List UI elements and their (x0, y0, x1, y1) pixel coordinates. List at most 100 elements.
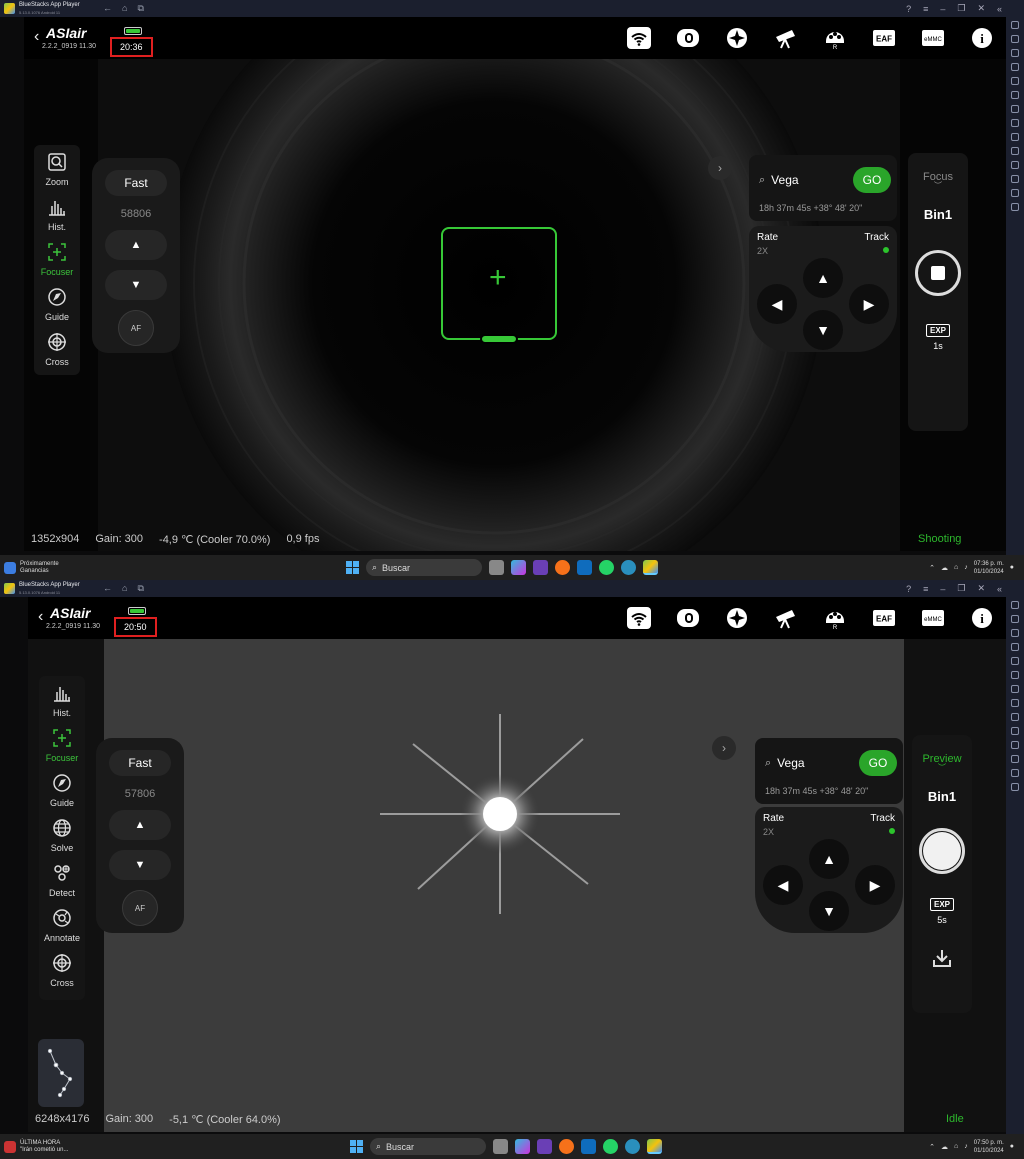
start-icon[interactable] (350, 1140, 363, 1153)
toolbar-item-zoom[interactable]: Zoom (45, 152, 69, 187)
stop-button[interactable] (915, 250, 961, 296)
bin-setting[interactable]: Bin1 (924, 207, 952, 222)
news-widget[interactable]: Próximamente Ganancias (4, 561, 94, 575)
mount-west-button[interactable]: ◀ (763, 865, 803, 905)
sidebar-tool-icon[interactable] (1011, 713, 1019, 721)
taskbar-search[interactable]: ⌕ Buscar (366, 559, 482, 576)
sidebar-tool-icon[interactable] (1011, 133, 1019, 141)
back-arrow-icon[interactable]: ← (103, 583, 112, 594)
task-view-icon[interactable] (489, 560, 504, 575)
home-icon[interactable]: ⌂ (122, 583, 127, 594)
box-handle[interactable] (480, 334, 518, 344)
outlook-icon[interactable] (581, 1139, 596, 1154)
app-icon[interactable] (537, 1139, 552, 1154)
multi-window-icon[interactable]: ⧉ (137, 3, 143, 14)
mount-north-button[interactable]: ▲ (803, 258, 843, 298)
bluestacks-taskbar-icon[interactable] (643, 560, 658, 575)
chevron-up-icon[interactable]: ⌃ (929, 564, 935, 572)
toolbar-item-hist[interactable]: Hist. (47, 197, 67, 232)
taskbar-search[interactable]: ⌕ Buscar (370, 1138, 486, 1155)
wifi-icon[interactable] (624, 606, 653, 630)
expand-chevron-icon[interactable]: › (712, 736, 736, 760)
sidebar-tool-icon[interactable] (1011, 615, 1019, 623)
minimize-icon[interactable]: – (940, 584, 945, 594)
bin-setting[interactable]: Bin1 (928, 789, 956, 804)
copilot-icon[interactable] (511, 560, 526, 575)
sidebar-tool-icon[interactable] (1011, 189, 1019, 197)
camera-icon[interactable] (673, 26, 702, 50)
firefox-icon[interactable] (555, 560, 570, 575)
eaf-icon[interactable]: EAF (869, 26, 898, 50)
browser-icon[interactable] (621, 560, 636, 575)
target-name[interactable]: Vega (777, 756, 859, 770)
rate-control[interactable]: Rate 2X (763, 813, 784, 837)
speed-toggle[interactable]: Fast (105, 170, 167, 196)
autofocus-button[interactable]: AF (118, 310, 154, 346)
sidebar-tool-icon[interactable] (1011, 105, 1019, 113)
sidebar-tool-icon[interactable] (1011, 161, 1019, 169)
target-name[interactable]: Vega (771, 173, 853, 187)
sidebar-tool-icon[interactable] (1011, 727, 1019, 735)
autofocus-button[interactable]: AF (122, 890, 158, 926)
mount-west-button[interactable]: ◀ (757, 284, 797, 324)
help-icon[interactable]: ? (906, 4, 911, 14)
mount-east-button[interactable]: ▶ (849, 284, 889, 324)
camera-icon[interactable] (673, 606, 702, 630)
menu-icon[interactable]: ≡ (923, 584, 928, 594)
mount-icon[interactable] (722, 606, 751, 630)
focus-down-button[interactable]: ▼ (109, 850, 171, 880)
mount-north-button[interactable]: ▲ (809, 839, 849, 879)
sidebar-tool-icon[interactable] (1011, 35, 1019, 43)
sidebar-tool-icon[interactable] (1011, 685, 1019, 693)
mount-south-button[interactable]: ▼ (803, 310, 843, 350)
outlook-icon[interactable] (577, 560, 592, 575)
menu-icon[interactable]: ≡ (923, 4, 928, 14)
restore-icon[interactable]: ❐ (957, 583, 965, 594)
focus-box[interactable]: + (441, 227, 557, 344)
sidebar-tool-icon[interactable] (1011, 671, 1019, 679)
constellation-thumbnail[interactable] (38, 1039, 84, 1107)
toolbar-item-guide[interactable]: Guide (50, 773, 74, 808)
app-icon[interactable] (533, 560, 548, 575)
back-icon[interactable]: ‹ (34, 28, 39, 46)
telescope-icon[interactable] (771, 26, 800, 50)
sidebar-tool-icon[interactable] (1011, 119, 1019, 127)
wifi-icon[interactable] (624, 26, 653, 50)
sidebar-tool-icon[interactable] (1011, 699, 1019, 707)
filter-wheel-icon[interactable]: R (820, 26, 849, 50)
sidebar-tool-icon[interactable] (1011, 601, 1019, 609)
system-clock[interactable]: 07:50 p. m. 01/10/2024 (974, 1139, 1004, 1155)
toolbar-item-focuser[interactable]: Focuser (46, 728, 78, 763)
start-icon[interactable] (346, 561, 359, 574)
minimize-icon[interactable]: – (940, 4, 945, 14)
rate-control[interactable]: Rate 2X (757, 232, 778, 256)
close-icon[interactable]: ✕ (977, 3, 985, 14)
exposure-setting[interactable]: EXP 5s (929, 898, 954, 925)
sidebar-tool-icon[interactable] (1011, 643, 1019, 651)
go-button[interactable]: GO (853, 167, 891, 193)
track-toggle[interactable]: Track (870, 813, 895, 834)
bell-icon[interactable]: ● (1010, 564, 1014, 571)
expand-icon[interactable]: « (997, 4, 1002, 14)
sidebar-tool-icon[interactable] (1011, 741, 1019, 749)
sidebar-tool-icon[interactable] (1011, 203, 1019, 211)
track-toggle[interactable]: Track (864, 232, 889, 253)
emmc-icon[interactable]: eMMC (918, 606, 947, 630)
speed-toggle[interactable]: Fast (109, 750, 171, 776)
back-arrow-icon[interactable]: ← (103, 3, 112, 14)
sidebar-tool-icon[interactable] (1011, 755, 1019, 763)
focus-up-button[interactable]: ▲ (105, 230, 167, 260)
close-icon[interactable]: ✕ (977, 583, 985, 594)
bell-icon[interactable]: ● (1010, 1143, 1014, 1150)
toolbar-item-hist[interactable]: Hist. (52, 683, 72, 718)
filter-wheel-icon[interactable]: R (820, 606, 849, 630)
sidebar-tool-icon[interactable] (1011, 783, 1019, 791)
volume-icon[interactable]: ♪ (964, 1143, 968, 1150)
sidebar-tool-icon[interactable] (1011, 769, 1019, 777)
sidebar-tool-icon[interactable] (1011, 63, 1019, 71)
toolbar-item-solve[interactable]: Solve (51, 818, 73, 853)
sidebar-tool-icon[interactable] (1011, 49, 1019, 57)
sidebar-tool-icon[interactable] (1011, 91, 1019, 99)
download-icon[interactable] (931, 947, 953, 974)
mount-icon[interactable] (722, 26, 751, 50)
